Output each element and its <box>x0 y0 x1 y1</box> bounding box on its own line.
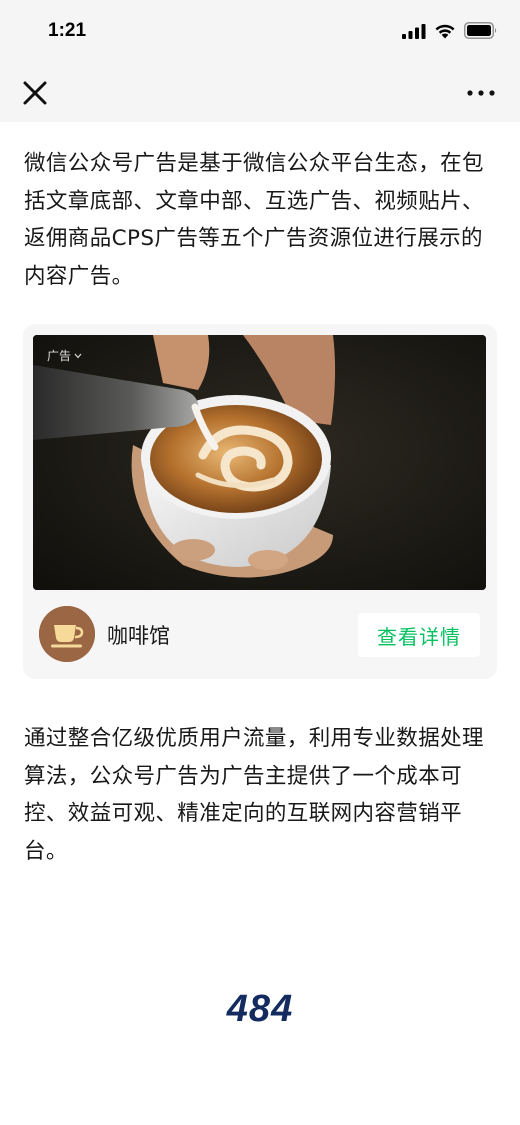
avatar[interactable] <box>39 606 95 662</box>
page: 1:21 微信公众号广告是基于微信公众平台生态，在包括文章底部、文章中部、互选广… <box>0 0 520 1125</box>
ad-card[interactable]: 广告 咖啡馆 查看详情 <box>23 324 497 679</box>
more-button[interactable] <box>464 78 498 108</box>
latte-art-image <box>33 335 486 590</box>
brand-name[interactable]: 咖啡馆 <box>107 620 170 650</box>
status-bar: 1:21 <box>0 0 520 64</box>
signal-icon <box>402 23 426 39</box>
status-icons <box>402 22 498 39</box>
article-paragraph-intro: 微信公众号广告是基于微信公众平台生态，在包括文章底部、文章中部、互选广告、视频贴… <box>24 151 484 289</box>
close-button[interactable] <box>20 78 50 108</box>
chevron-down-icon <box>74 353 82 358</box>
ad-tag-label: 广告 <box>47 349 72 363</box>
more-horizontal-icon <box>467 90 495 96</box>
coffee-cup-icon <box>39 606 95 662</box>
nav-bar <box>0 64 520 122</box>
battery-icon <box>464 22 497 39</box>
status-time: 1:21 <box>48 20 87 41</box>
ad-tag[interactable]: 广告 <box>47 347 82 364</box>
close-icon <box>23 81 47 105</box>
page-counter: 484 <box>226 988 294 1030</box>
article-paragraph-body: 通过整合亿级优质用户流量，利用专业数据处理算法，公众号广告为广告主提供了一个成本… <box>24 726 484 864</box>
view-details-button[interactable]: 查看详情 <box>358 613 480 657</box>
wifi-icon <box>435 24 455 38</box>
ad-image[interactable]: 广告 <box>33 335 486 590</box>
